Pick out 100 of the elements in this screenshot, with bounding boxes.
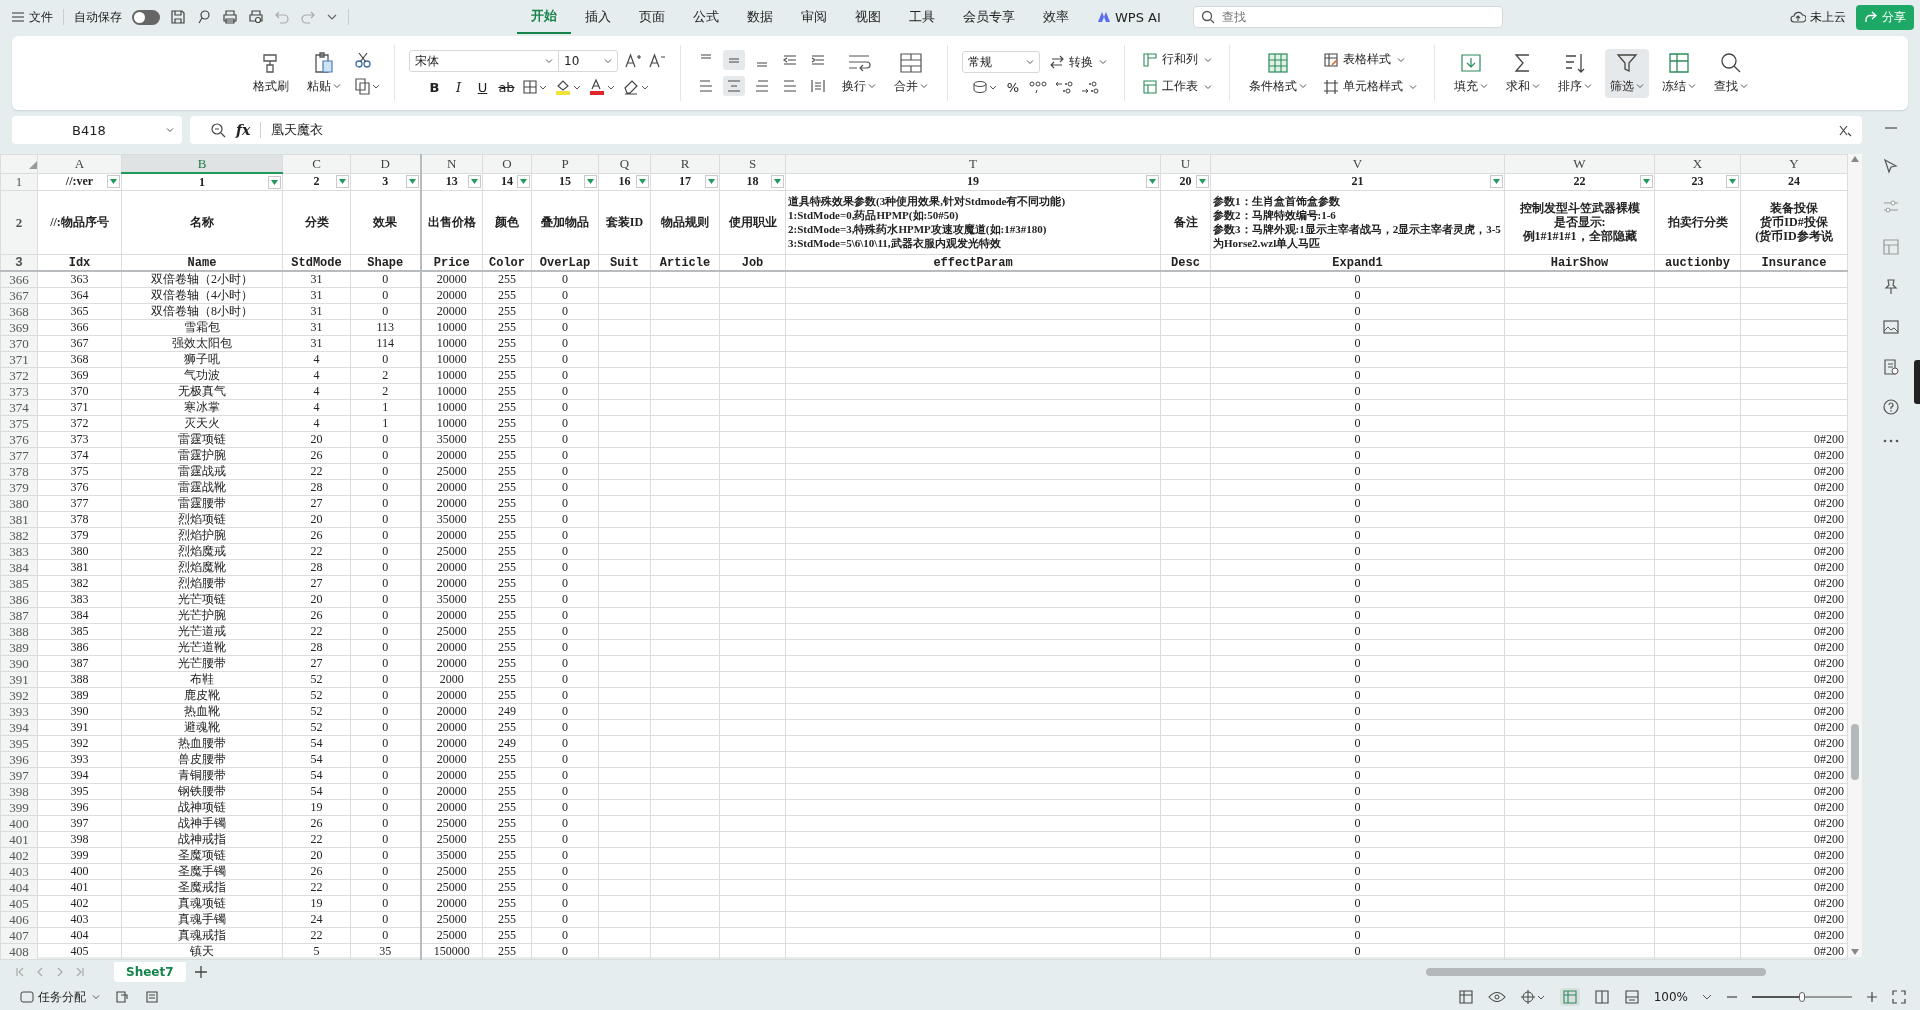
cut-icon[interactable] [354, 51, 372, 69]
filter-dropdown-button[interactable] [636, 175, 649, 189]
formula-field[interactable]: fx 凰天魔衣 [190, 116, 1862, 144]
formula-icon[interactable] [1838, 123, 1852, 137]
sum-button[interactable]: 求和 [1501, 48, 1545, 98]
file-menu[interactable]: 文件 [12, 8, 53, 26]
book-icon[interactable] [1882, 358, 1900, 376]
percent-button[interactable]: % [1004, 79, 1022, 95]
freeze-button[interactable]: 冻结 [1657, 48, 1701, 98]
wrap-text-button[interactable]: 换行 [837, 48, 881, 98]
align-icon[interactable] [723, 50, 745, 70]
macro-icon[interactable] [114, 989, 130, 1005]
ribbon-tab[interactable]: 视图 [841, 0, 895, 34]
column-header[interactable]: U [1160, 154, 1211, 173]
pin-icon[interactable] [1882, 278, 1900, 296]
column-header[interactable]: T [785, 154, 1161, 173]
column-header[interactable]: R [650, 154, 720, 173]
pointer-icon[interactable] [1882, 158, 1900, 176]
column-header[interactable]: N [420, 154, 483, 173]
column-header[interactable]: S [719, 154, 786, 173]
ribbon-tab[interactable]: 页面 [625, 0, 679, 34]
ribbon-tab[interactable]: 公式 [679, 0, 733, 34]
column-header[interactable]: B [121, 154, 283, 173]
find-button[interactable]: 查找 [1709, 48, 1753, 98]
filter-dropdown-button[interactable] [468, 175, 481, 189]
sheet-nav-icon[interactable] [14, 966, 26, 978]
convert-button[interactable]: 转换 [1046, 51, 1110, 73]
decrease-decimal-icon[interactable] [1080, 79, 1100, 95]
font-dropdown[interactable]: 宋体 [409, 50, 559, 72]
ribbon-tab[interactable]: 效率 [1029, 0, 1083, 34]
zoom-level[interactable]: 100% [1653, 990, 1688, 1004]
borders-icon[interactable] [521, 79, 548, 95]
ribbon-tab[interactable]: 会员专享 [949, 0, 1029, 34]
merge-button[interactable]: 合并 [889, 48, 933, 98]
underline-button[interactable]: U [473, 79, 492, 95]
page-break-icon[interactable] [1623, 989, 1640, 1005]
ribbon-tab[interactable]: 数据 [733, 0, 787, 34]
list-icon[interactable] [144, 989, 160, 1005]
ribbon-tab[interactable]: WPS AI [1083, 0, 1175, 34]
ribbon-tab[interactable]: 工具 [895, 0, 949, 34]
fullscreen-icon[interactable] [1892, 990, 1906, 1004]
increase-font-icon[interactable] [624, 52, 642, 70]
align-icon[interactable] [723, 76, 745, 96]
italic-button[interactable]: I [449, 79, 468, 95]
font-size-dropdown[interactable]: 10 [558, 50, 618, 72]
scrollbar-thumb[interactable] [1425, 968, 1766, 976]
conditional-format-button[interactable]: 条件格式 [1244, 48, 1312, 98]
ribbon-tab[interactable]: 开始 [517, 0, 571, 34]
print-icon[interactable] [222, 9, 238, 25]
function-label[interactable]: fx [236, 122, 251, 138]
column-header[interactable]: C [282, 154, 351, 173]
layout-icon[interactable] [1882, 238, 1900, 256]
scroll-down-icon[interactable] [1851, 949, 1859, 955]
filter-dropdown-button[interactable] [1196, 175, 1209, 189]
copy-icon[interactable] [354, 77, 380, 95]
name-box[interactable]: B418 [12, 116, 182, 144]
undo-icon[interactable] [274, 9, 290, 25]
sheet-tab[interactable]: Sheet7 [114, 962, 186, 982]
increase-decimal-icon[interactable] [1054, 79, 1074, 95]
row-header[interactable]: 2 [0, 190, 38, 255]
vertical-scrollbar[interactable] [1848, 154, 1862, 957]
fill-color-icon[interactable] [553, 78, 582, 96]
bold-button[interactable]: B [425, 79, 444, 95]
fill-button[interactable]: 填充 [1449, 48, 1493, 98]
scrollbar-thumb[interactable] [1851, 724, 1859, 780]
column-header[interactable]: A [37, 154, 122, 173]
filter-dropdown-button[interactable] [771, 175, 784, 189]
filter-dropdown-button[interactable] [517, 175, 530, 189]
search-field[interactable]: 查找 [1192, 6, 1503, 28]
worksheet-button[interactable]: 工作表 [1139, 76, 1215, 97]
column-header[interactable]: V [1210, 154, 1505, 173]
filter-dropdown-button[interactable] [336, 175, 349, 189]
autosave-toggle[interactable] [132, 9, 160, 25]
redo-icon[interactable] [300, 9, 316, 25]
ribbon-tab[interactable]: 审阅 [787, 0, 841, 34]
normal-view-icon[interactable] [1559, 988, 1580, 1006]
task-button[interactable]: 任务分配 [20, 988, 100, 1006]
cell-style-button[interactable]: 单元格样式 [1320, 76, 1420, 97]
eye-icon[interactable] [1487, 990, 1506, 1004]
zoom-dropdown-icon[interactable] [1702, 992, 1712, 1002]
print-preview-icon[interactable] [248, 9, 264, 25]
table-style-button[interactable]: 表格样式 [1320, 49, 1420, 70]
filter-button[interactable]: 筛选 [1605, 48, 1649, 98]
scroll-up-icon[interactable] [1851, 156, 1859, 162]
add-sheet-icon[interactable] [193, 965, 208, 979]
zoom-icon[interactable] [210, 122, 226, 138]
sort-button[interactable]: 排序 [1553, 48, 1597, 98]
ribbon-tab[interactable]: 插入 [571, 0, 625, 34]
rows-columns-button[interactable]: 行和列 [1139, 49, 1215, 70]
font-color-icon[interactable] [587, 78, 616, 96]
column-header[interactable]: O [482, 154, 532, 173]
cloud-button[interactable]: 未上云 [1790, 8, 1846, 26]
filter-dropdown-button[interactable] [1490, 175, 1503, 189]
filter-dropdown-button[interactable] [1640, 175, 1653, 189]
filter-dropdown-button[interactable] [268, 175, 281, 189]
filter-dropdown-button[interactable] [1146, 175, 1159, 189]
page-view-icon[interactable] [1593, 989, 1610, 1005]
filter-dropdown-button[interactable] [405, 175, 419, 189]
sheet-nav-icon[interactable] [74, 966, 86, 978]
save-icon[interactable] [170, 9, 186, 25]
